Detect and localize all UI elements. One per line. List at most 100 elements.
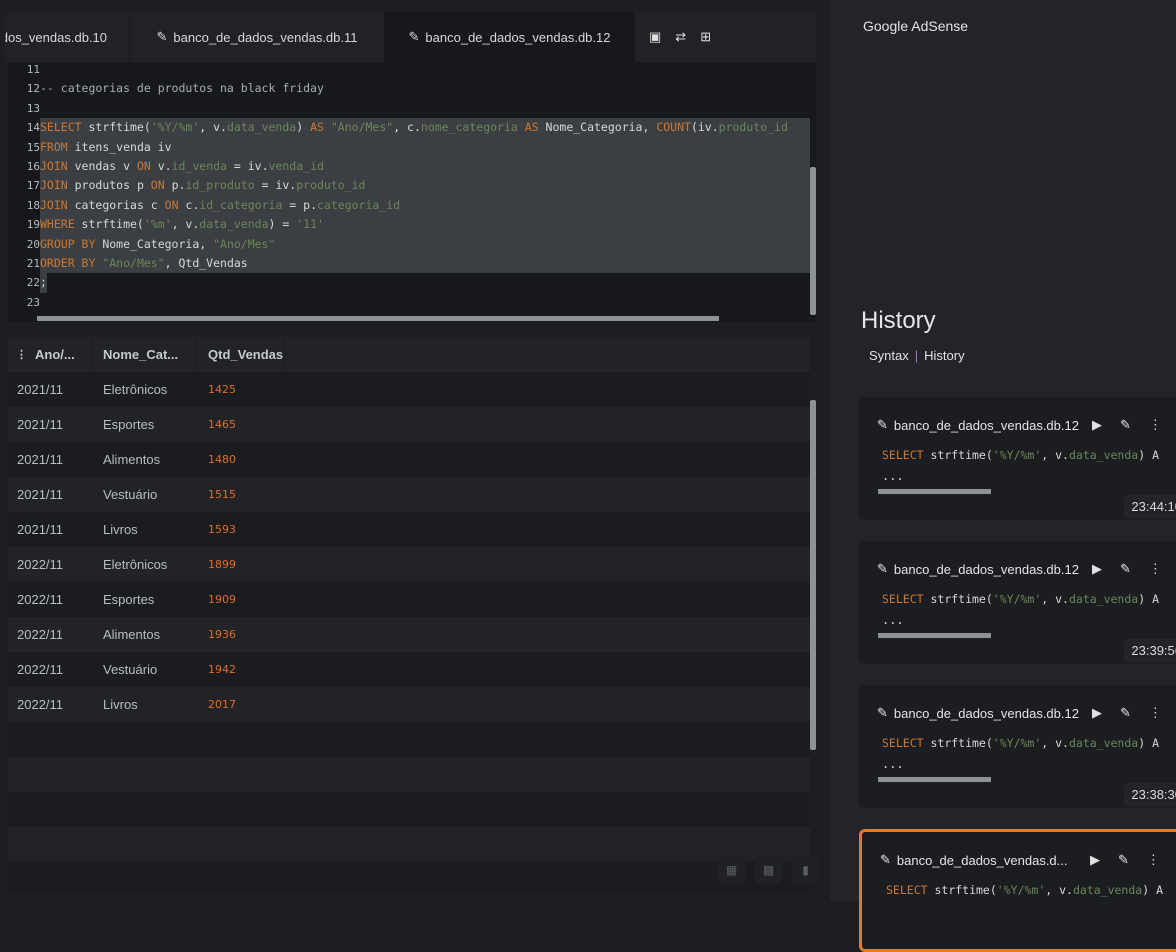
table-row[interactable]: 2022/11 Livros 2017 [8,687,810,722]
sql-editor[interactable]: 11 12 -- categorias de produtos na black f… [8,62,816,322]
history-card-actions: ▶ ✎ ⋮ [1092,561,1162,577]
more-icon[interactable]: ⋮ [1147,852,1160,868]
editor-pane: nco_de_dados_vendas.db.10 ✎ banco_de_dados… [0,0,830,901]
code-line: 23 [8,293,810,312]
code-line: 21 ORDER BY "Ano/Mes", Qtd_Vendas [8,254,810,274]
more-icon[interactable]: ⋮ [1149,561,1162,577]
table-row[interactable]: 2022/11 Vestuário 1942 [8,652,810,687]
code-token: produto_id [296,178,366,193]
pencil-icon: ✎ [880,852,891,867]
code-token: strftime( [81,120,151,135]
drag-handle-icon[interactable]: ⋮ [16,348,27,361]
history-card-scrollbar[interactable] [878,777,991,782]
add-icon[interactable]: ⊞ [700,29,711,45]
nav-history[interactable]: History [924,348,964,363]
results-table: ⋮ Ano/... Nome_Cat... Qtd_Vendas 2021/11 E… [8,337,819,892]
history-card-query: SELECT strftime('%Y/%m', v.data_venda) A [886,883,1176,897]
pencil-icon: ✎ [877,561,888,576]
table-cell: Vestuário [103,662,158,677]
empty-row [8,792,810,827]
table-cell: 1899 [208,558,236,571]
edit-icon[interactable]: ✎ [1120,705,1131,721]
history-card-query: SELECT strftime('%Y/%m', v.data_venda) A [882,592,1176,606]
table-row[interactable]: 2021/11 Eletrônicos 1425 [8,372,810,407]
table-row[interactable]: 2021/11 Alimentos 1480 [8,442,810,477]
code-token: c. [178,197,200,212]
code-token: SELECT [40,120,82,135]
editor-vertical-scrollbar[interactable] [810,167,816,315]
code-token: '%m' [143,217,172,232]
history-card-name: banco_de_dados_vendas.db.12 [893,561,1079,577]
history-card-scrollbar[interactable] [878,633,991,638]
run-icon[interactable]: ▶ [1092,417,1102,433]
code-token: JOIN [40,159,68,173]
code-token: GROUP BY [40,236,96,251]
code-token: COUNT [656,120,691,135]
history-card-title: ✎ banco_de_dados_vendas.db.12 [877,705,1079,721]
tab-1[interactable]: nco_de_dados_vendas.db.10 [5,12,130,62]
empty-row [8,722,810,757]
history-card-name: banco_de_dados_vendas.d... [896,852,1068,868]
ad-placeholder: Google AdSense [863,18,969,34]
column-header-ano-mes[interactable]: ⋮ Ano/... [8,337,93,372]
table-cell: 2021/11 [17,452,64,467]
edit-icon[interactable]: ✎ [1120,561,1131,577]
history-card-ellipsis: ... [882,613,904,627]
code-line: 12 -- categorias de produtos na black fri… [8,79,810,98]
table-cell: 2022/11 [17,592,64,607]
history-card[interactable]: ✎ banco_de_dados_vendas.db.12 ▶ ✎ ⋮ SELECT st… [858,685,1176,808]
code-token: SELECT [886,883,928,897]
table-row[interactable]: 2021/11 Vestuário 1515 [8,477,810,512]
editor-horizontal-scrollbar[interactable] [37,316,719,321]
table-row[interactable]: 2021/11 Esportes 1465 [8,407,810,442]
code-token: "Ano/Mes" [330,120,394,135]
code-token: SELECT [882,592,924,606]
line-number: 19 [26,218,40,232]
table-cell: 2021/11 [17,487,64,502]
history-card[interactable]: ✎ banco_de_dados_vendas.db.12 ▶ ✎ ⋮ SELECT st… [858,541,1176,664]
nav-syntax[interactable]: Syntax [869,348,909,363]
table-row[interactable]: 2021/11 Livros 1593 [8,512,810,547]
tab-2[interactable]: ✎ banco_de_dados_vendas.db.11 [130,12,385,62]
more-icon[interactable]: ⋮ [1149,417,1162,433]
code-token: , v. [199,120,227,135]
table-cell: 2021/11 [17,382,64,397]
column-header-qtd-vendas[interactable]: Qtd_Vendas [196,337,285,372]
table-cell: 1942 [208,663,236,676]
history-card-scrollbar[interactable] [878,489,991,494]
results-vertical-scrollbar[interactable] [810,400,816,750]
column-header-nome-categoria[interactable]: Nome_Cat... [93,337,196,372]
edit-icon[interactable]: ✎ [1120,417,1131,433]
table-row[interactable]: 2022/11 Esportes 1909 [8,582,810,617]
refresh-icon[interactable]: ⇄ [675,29,686,45]
history-card[interactable]: ✎ banco_de_dados_vendas.d... ▶ ✎ ⋮ SELECT str… [859,829,1176,952]
code-token: categoria_id [317,197,401,212]
chart-icon[interactable]: ▩ [755,856,782,883]
history-card-time: 23:44:10 [1124,495,1176,518]
run-icon[interactable]: ▶ [1090,852,1100,868]
run-icon[interactable]: ▶ [1092,705,1102,721]
book-icon[interactable]: ▮ [792,856,819,883]
tab-3[interactable]: ✎ banco_de_dados_vendas.db.12 [385,12,635,62]
more-icon[interactable]: ⋮ [1149,705,1162,721]
history-card[interactable]: ✎ banco_de_dados_vendas.db.12 ▶ ✎ ⋮ SELECT st… [858,397,1176,520]
code-token: '%Y/%m' [992,448,1042,462]
code-token: = iv. [226,159,269,173]
table-cell: Vestuário [103,487,158,502]
tab-actions: ▣ ⇄ ⊞ [635,12,711,62]
code-token: AS [310,120,324,135]
save-icon[interactable]: ▣ [649,29,661,45]
table-row[interactable]: 2022/11 Alimentos 1936 [8,617,810,652]
code-token: ) A [1138,448,1159,462]
run-icon[interactable]: ▶ [1092,561,1102,577]
code-text: FROM itens_venda iv [40,137,810,157]
code-text: JOIN categorias c ON c.id_categoria = p.… [40,195,810,216]
table-row[interactable]: 2022/11 Eletrônicos 1899 [8,547,810,582]
table-icon[interactable]: ▦ [718,856,745,883]
code-token: , Qtd_Vendas [164,256,248,270]
code-token: , v. [1041,736,1069,750]
code-token: , c. [393,120,421,135]
code-token: '%Y/%m' [150,120,200,135]
edit-icon[interactable]: ✎ [1118,852,1129,868]
